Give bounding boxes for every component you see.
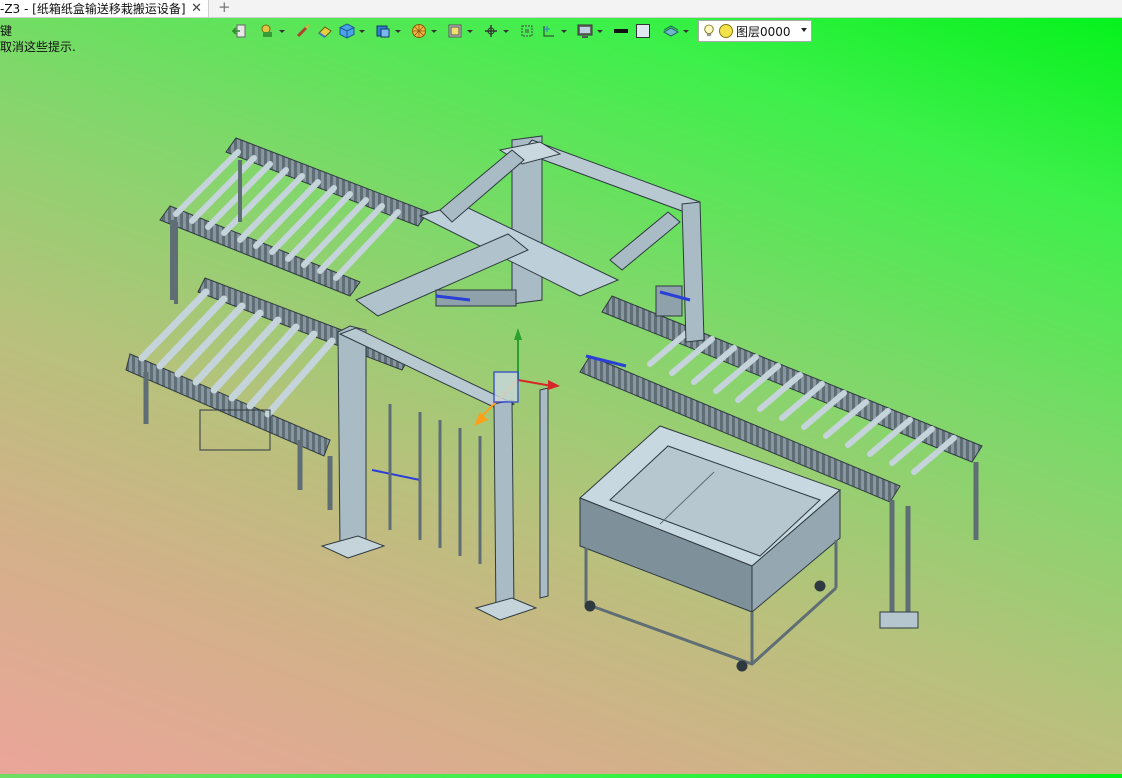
grid-icon[interactable] [538,21,560,41]
axis-icon[interactable] [480,21,502,41]
conveyor-model-drawing [125,135,983,672]
shape-icon[interactable] [256,21,278,41]
layer-stack-dropdown-icon[interactable] [682,21,690,41]
display-mode-icon[interactable] [444,21,466,41]
layer-dropdown-icon[interactable] [801,28,807,32]
color-swatch-icon[interactable] [632,21,654,41]
grid-dropdown-icon[interactable] [560,21,568,41]
upper-left-conveyor [159,137,429,304]
lightbulb-icon[interactable] [702,23,716,39]
display-mode-dropdown-icon[interactable] [466,21,474,41]
view-toolbar: 图层0000 [228,20,812,42]
document-tab-title: -Z3 - [纸箱纸盒输送移栽搬运设备] [0,2,186,16]
line-weight-icon[interactable] [610,21,632,41]
close-tab-icon[interactable]: ✕ [191,0,202,17]
new-tab-icon[interactable]: + [218,0,231,16]
layer-name: 图层0000 [736,24,791,39]
sphere-icon[interactable] [408,21,430,41]
cube-dropdown-icon[interactable] [358,21,366,41]
layer-stack-icon[interactable] [660,21,682,41]
box-shaded-icon[interactable] [372,21,394,41]
brush-icon[interactable] [292,21,314,41]
frame-icon[interactable] [516,21,538,41]
lower-left-conveyor [125,277,411,510]
layer-color-icon[interactable] [719,24,733,38]
model-viewport[interactable] [0,44,1122,774]
shape-dropdown-icon[interactable] [278,21,286,41]
monitor-dropdown-icon[interactable] [596,21,604,41]
monitor-icon[interactable] [574,21,596,41]
tab-bar: -Z3 - [纸箱纸盒输送移栽搬运设备] ✕ + [0,0,1122,18]
document-tab[interactable]: -Z3 - [纸箱纸盒输送移栽搬运设备] ✕ [0,0,209,17]
hint-line-1: 键 [0,24,13,38]
box-dropdown-icon[interactable] [394,21,402,41]
eraser-icon[interactable] [314,21,336,41]
sphere-dropdown-icon[interactable] [430,21,438,41]
axis-dropdown-icon[interactable] [502,21,510,41]
layer-select[interactable]: 图层0000 [698,20,812,42]
cube-icon[interactable] [336,21,358,41]
exit-icon[interactable] [228,21,250,41]
